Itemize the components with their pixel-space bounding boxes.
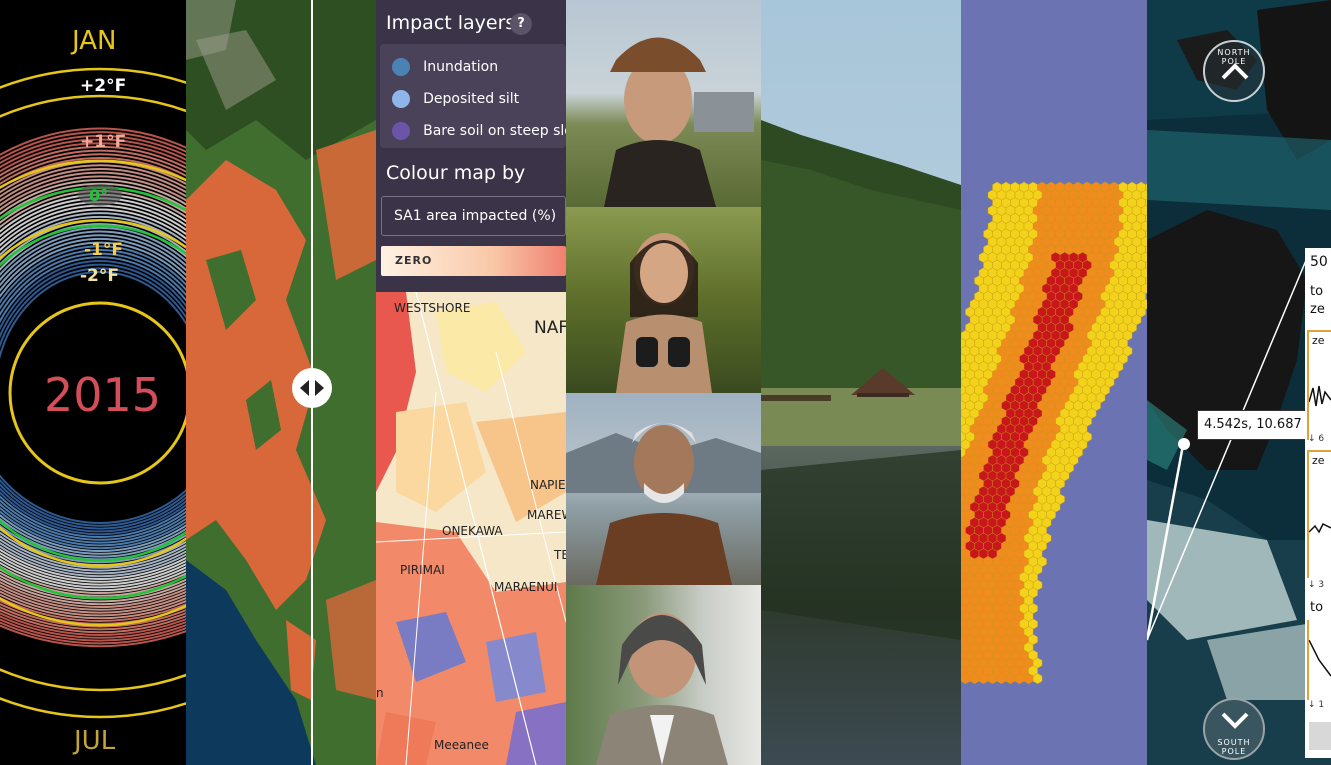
mini-chart-1: ze xyxy=(1307,330,1331,440)
mini-chart-1-label: ze xyxy=(1312,334,1325,347)
lake-landscape-panel xyxy=(761,0,961,765)
ring-label-minus1: -1°F xyxy=(84,240,123,260)
ring-label-minus2: -2°F xyxy=(80,266,119,286)
mini-chart-2-label: ze xyxy=(1312,454,1325,467)
place-meeanee: Meeanee xyxy=(434,738,489,752)
portrait-woman xyxy=(566,585,761,765)
circle-icon xyxy=(392,57,410,76)
satellite-compare-panel[interactable] xyxy=(186,0,376,765)
impact-sidebar: Impact layers ? Inundation Deposited sil… xyxy=(376,0,566,290)
ocean-globe-map xyxy=(1147,0,1331,765)
top-month-label: JAN xyxy=(72,26,117,56)
place-maraenui: MARAENUI xyxy=(494,580,558,594)
portrait-girl-binoculars xyxy=(566,207,761,393)
place-te: TE xyxy=(554,548,566,562)
spiral-arc-bottom xyxy=(0,474,186,524)
colour-legend-bar: ZERO xyxy=(381,246,566,276)
chevron-up-icon xyxy=(1221,63,1249,80)
spiral-arc-bottom xyxy=(0,524,186,561)
hexbin-map xyxy=(961,181,1147,685)
panel-tick-1: ↓ 6 xyxy=(1308,434,1325,444)
data-side-panel[interactable]: 50 to ze ze ↓ 6 ze ↓ 3 to ↓ 1 xyxy=(1305,248,1331,758)
layer-item-inundation[interactable]: Inundation xyxy=(392,56,498,76)
layer-item-bare-soil[interactable]: Bare soil on steep slop xyxy=(392,120,566,140)
layer-item-deposited-silt[interactable]: Deposited silt xyxy=(392,88,519,108)
south-pole-button[interactable]: SOUTH POLE xyxy=(1203,698,1265,760)
south-pole-label: SOUTH POLE xyxy=(1217,738,1251,756)
place-onekawa: ONEKAWA xyxy=(442,524,503,538)
legend-zero-label: ZERO xyxy=(395,254,433,267)
impact-map-panel: Impact layers ? Inundation Deposited sil… xyxy=(376,0,566,765)
panel-text-to: to xyxy=(1310,284,1324,299)
panel-text-ze: ze xyxy=(1310,302,1325,317)
ring-label-plus1: +1°F xyxy=(80,132,127,152)
bottom-month-label: JUL xyxy=(74,726,116,756)
coordinate-readout: 4.542s, 10.687 xyxy=(1197,410,1309,440)
circle-icon xyxy=(392,121,410,140)
panel-text-to-2: to xyxy=(1310,600,1324,615)
chevron-down-icon xyxy=(1221,712,1249,729)
left-right-arrows-icon xyxy=(300,380,324,396)
place-pirimai: PIRIMAI xyxy=(400,563,445,577)
portrait-farmer xyxy=(566,0,761,207)
layer-label: Bare soil on steep slop xyxy=(423,122,566,139)
hexbin-map-panel xyxy=(961,0,1147,765)
satellite-map xyxy=(186,0,376,765)
hex-grid xyxy=(961,181,1147,685)
portraits-panel xyxy=(566,0,761,765)
swipe-handle[interactable] xyxy=(292,368,332,408)
portrait-elder-man xyxy=(566,393,761,585)
panel-tick-3: ↓ 1 xyxy=(1308,700,1325,710)
colour-map-select[interactable]: SA1 area impacted (%) xyxy=(381,196,566,236)
globe-dashboard-panel: NORTH POLE SOUTH POLE 4.542s, 10.687 50 … xyxy=(1147,0,1331,765)
mini-chart-2: ze xyxy=(1307,450,1331,578)
panel-text-50: 50 xyxy=(1310,254,1328,270)
select-value: SA1 area impacted (%) xyxy=(394,208,557,224)
impact-layers-title: Impact layers xyxy=(386,12,516,34)
circle-icon xyxy=(392,89,410,108)
climate-spiral-panel: JAN +2°F +1°F 0° -1°F -2°F 2015 JUL xyxy=(0,0,186,765)
help-button[interactable]: ? xyxy=(510,13,532,35)
place-n: n xyxy=(376,686,384,700)
north-pole-button[interactable]: NORTH POLE xyxy=(1203,40,1265,102)
panel-tick-2: ↓ 3 xyxy=(1308,580,1325,590)
layer-list: Inundation Deposited silt Bare soil on s… xyxy=(380,44,566,148)
place-napie: NAPIE xyxy=(530,478,566,492)
lake-landscape-image xyxy=(761,0,961,765)
ring-label-plus2: +2°F xyxy=(80,76,127,96)
mini-chart-3 xyxy=(1307,620,1331,700)
panel-footer-button[interactable] xyxy=(1309,722,1331,750)
ring-label-zero: 0° xyxy=(89,186,109,205)
place-westshore: WESTSHORE xyxy=(394,301,471,315)
place-naf: NAF xyxy=(534,318,566,338)
colour-map-title: Colour map by xyxy=(386,162,526,184)
year-label: 2015 xyxy=(44,368,162,422)
layer-label: Inundation xyxy=(423,58,499,75)
place-marew: MAREW xyxy=(527,508,566,522)
layer-label: Deposited silt xyxy=(423,90,520,107)
